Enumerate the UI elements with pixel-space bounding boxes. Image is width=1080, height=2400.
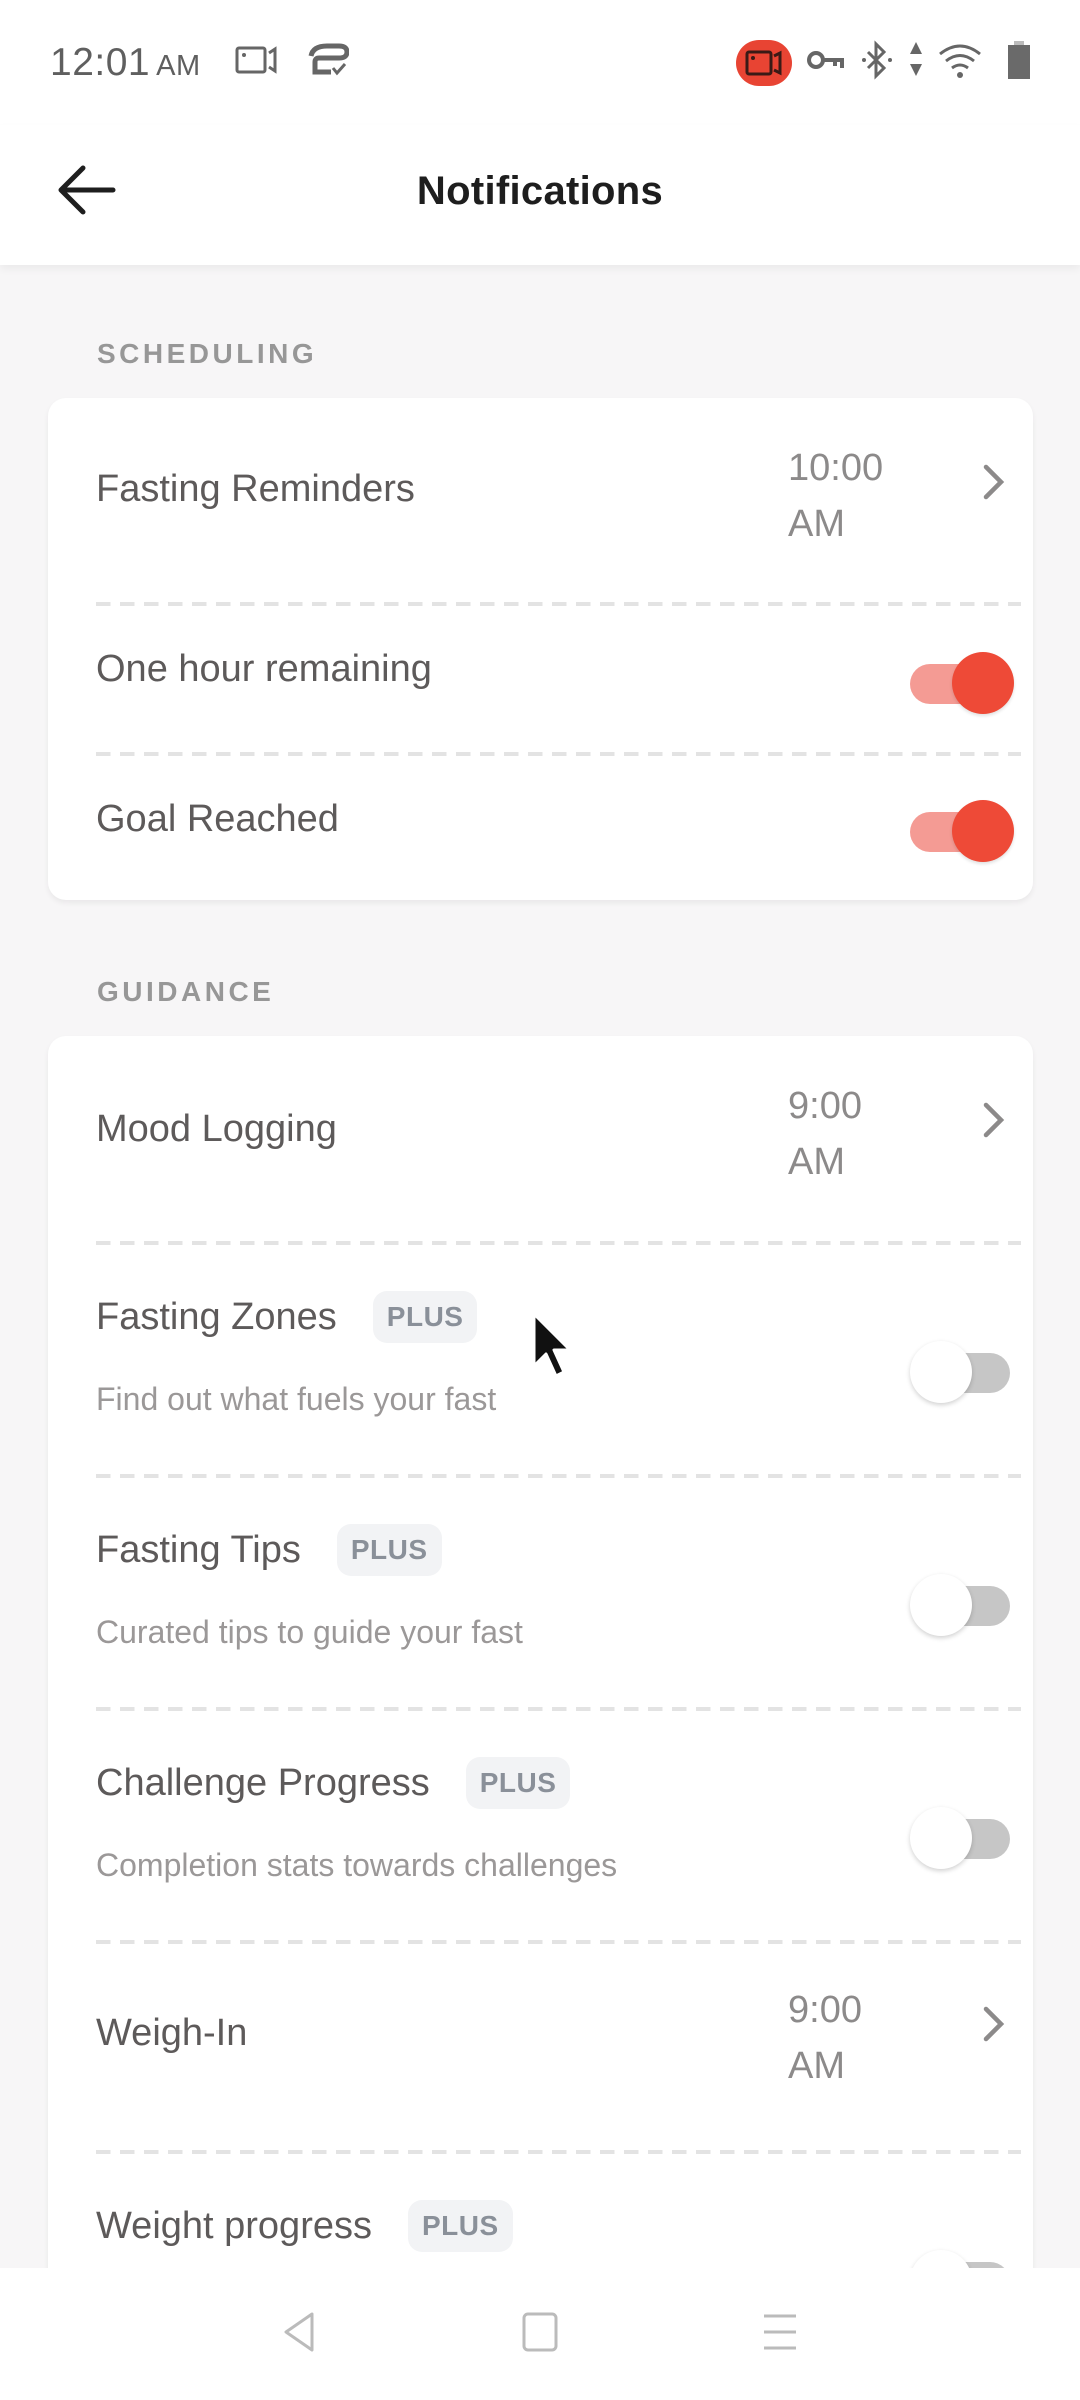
nav-back-button[interactable] [280, 2310, 320, 2359]
recording-active-icon [736, 39, 792, 86]
one-hour-remaining-toggle[interactable] [910, 652, 1014, 714]
section-label-guidance: GUIDANCE [97, 976, 275, 1007]
row-title: Fasting Zones PLUS [96, 1291, 478, 1343]
nav-menu-button[interactable] [760, 2310, 800, 2359]
wifi-icon [938, 42, 982, 83]
goal-reached-row: Goal Reached [48, 752, 1033, 900]
row-title: One hour remaining [96, 648, 432, 690]
row-subtitle: Curated tips to guide your fast [96, 1614, 523, 1650]
weigh-in-row[interactable]: Weigh-In 9:00 AM [48, 1940, 1033, 2150]
guidance-card: Mood Logging 9:00 AM Fasting Zones PLUS Fi… [48, 1036, 1033, 2336]
fasting-tips-toggle[interactable] [910, 1574, 1014, 1636]
fasting-reminders-row[interactable]: Fasting Reminders 10:00 AM [48, 398, 1033, 602]
back-button[interactable] [52, 155, 122, 225]
system-nav-bar [0, 2268, 1080, 2400]
bluetooth-icon [860, 40, 894, 85]
row-title: Weigh-In [96, 2012, 248, 2054]
section-label-scheduling: SCHEDULING [97, 338, 318, 369]
plus-badge: PLUS [372, 1291, 478, 1343]
fasting-tips-row: Fasting Tips PLUS Curated tips to guide y… [48, 1474, 1033, 1707]
row-subtitle: Find out what fuels your fast [96, 1381, 497, 1417]
page-title: Notifications [416, 168, 664, 213]
status-time: 12:01 AM [50, 40, 201, 84]
nav-home-button[interactable] [520, 2310, 560, 2359]
sync-check-icon [305, 42, 350, 83]
plus-badge: PLUS [336, 1524, 442, 1576]
row-title: Fasting Tips PLUS [96, 1524, 442, 1576]
scheduling-card: Fasting Reminders 10:00 AM One hour remai… [48, 398, 1033, 900]
challenge-progress-row: Challenge Progress PLUS Completion stats … [48, 1707, 1033, 1940]
chevron-right-icon [983, 1102, 1005, 1138]
mood-logging-time[interactable]: 9:00 AM [788, 1078, 862, 1190]
arrow-left-icon [58, 165, 116, 215]
plus-badge: PLUS [465, 1757, 571, 1809]
status-bar: 12:01 AM [0, 0, 1080, 125]
vpn-key-icon [806, 46, 846, 79]
back-triangle-icon [284, 2312, 314, 2351]
goal-reached-toggle[interactable] [910, 800, 1014, 862]
row-title: Fasting Reminders [96, 468, 415, 510]
one-hour-remaining-row: One hour remaining [48, 602, 1033, 752]
chevron-right-icon [983, 2006, 1005, 2042]
data-arrows-icon [908, 40, 924, 85]
plus-badge: PLUS [407, 2200, 513, 2252]
fasting-reminders-time[interactable]: 10:00 AM [788, 440, 883, 552]
weigh-in-time[interactable]: 9:00 AM [788, 1982, 862, 2094]
battery-icon [1006, 40, 1032, 85]
challenge-progress-toggle[interactable] [910, 1807, 1014, 1869]
screen-record-icon [235, 45, 279, 80]
menu-lines-icon [764, 2314, 796, 2349]
row-title: Weight progress PLUS [96, 2200, 513, 2252]
mood-logging-row[interactable]: Mood Logging 9:00 AM [48, 1036, 1033, 1241]
chevron-right-icon [983, 464, 1005, 500]
row-title: Goal Reached [96, 798, 339, 840]
fasting-zones-toggle[interactable] [910, 1341, 1014, 1403]
home-square-icon [522, 2312, 558, 2351]
fasting-zones-row: Fasting Zones PLUS Find out what fuels yo… [48, 1241, 1033, 1474]
app-bar: Notifications [0, 125, 1080, 265]
row-subtitle: Completion stats towards challenges [96, 1847, 618, 1883]
row-title: Challenge Progress PLUS [96, 1757, 571, 1809]
row-title: Mood Logging [96, 1108, 337, 1150]
